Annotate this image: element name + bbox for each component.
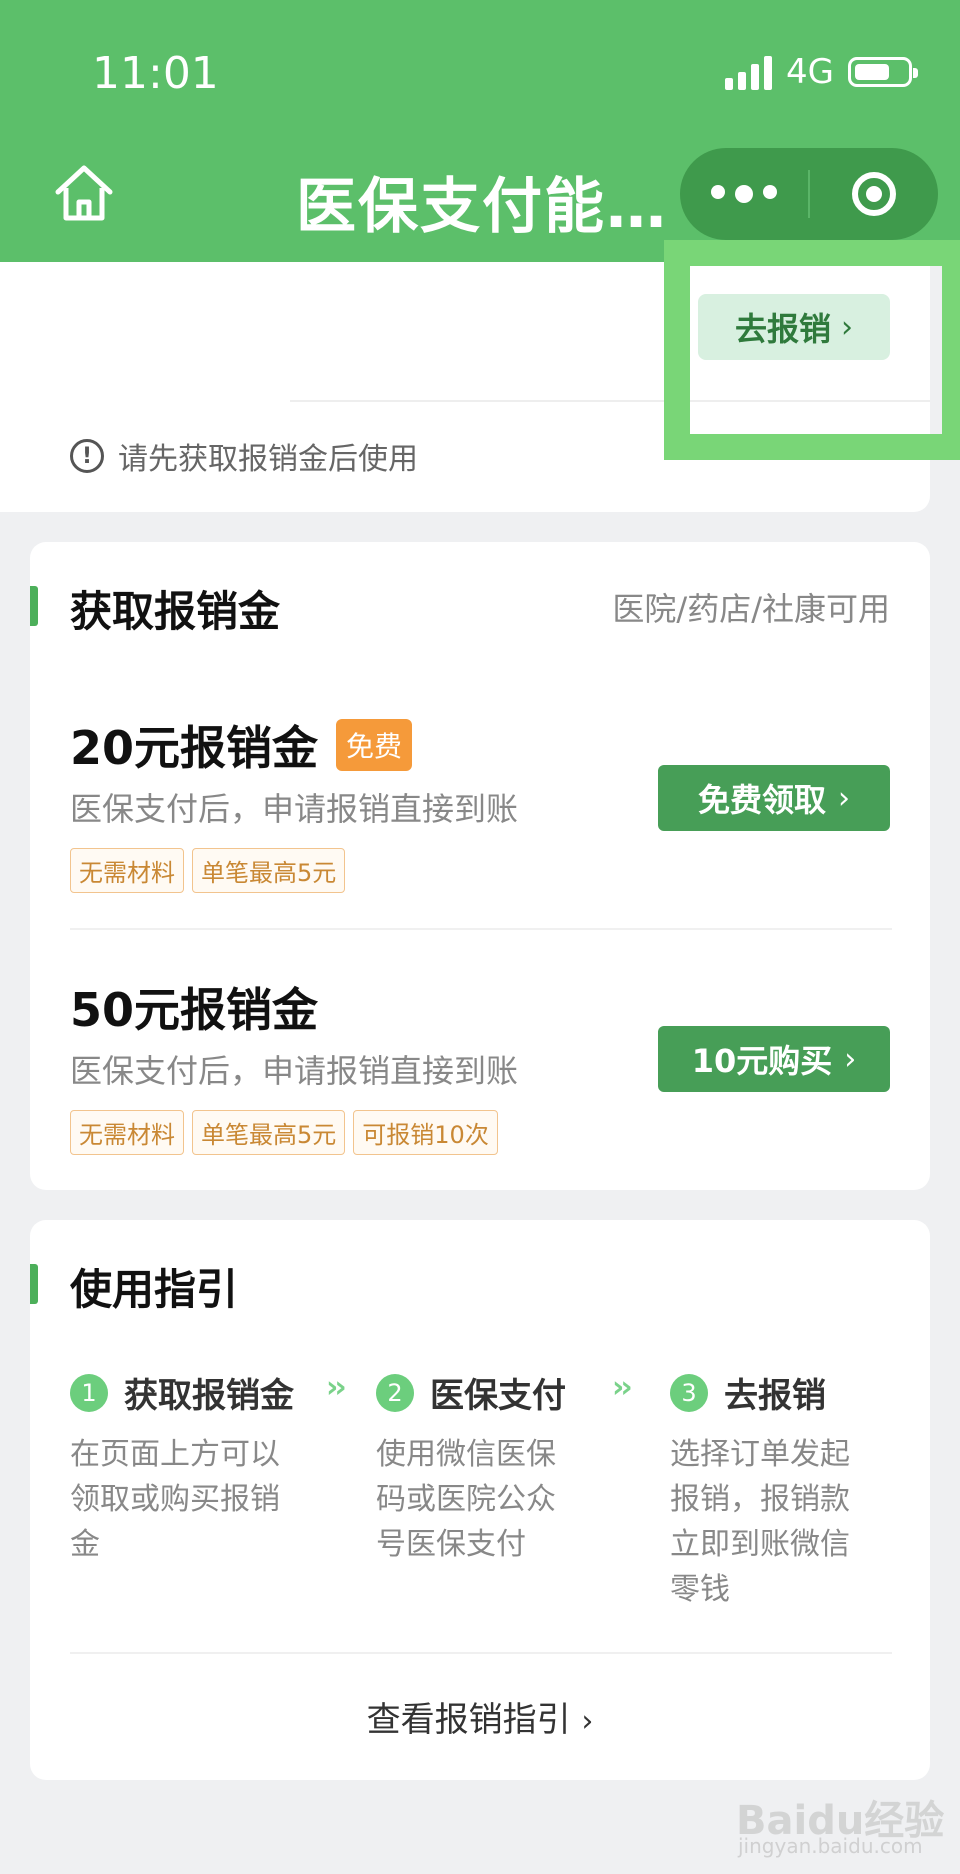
step-desc: 选择订单发起报销，报销款立即到账微信零钱 bbox=[670, 1437, 850, 1607]
section-marker bbox=[30, 586, 38, 626]
notice-text: 请先获取报销金后使用 bbox=[118, 442, 418, 477]
item-tags: 无需材料 单笔最高5元 可报销10次 bbox=[70, 1110, 498, 1155]
tag: 单笔最高5元 bbox=[192, 1110, 346, 1155]
item-tags: 无需材料 单笔最高5元 bbox=[70, 848, 346, 893]
section-title: 使用指引 bbox=[70, 1265, 239, 1314]
chevron-right-icon: › bbox=[581, 1704, 594, 1739]
free-badge: 免费 bbox=[336, 719, 413, 771]
tag: 可报销10次 bbox=[353, 1110, 498, 1155]
item-desc: 医保支付后，申请报销直接到账 bbox=[70, 1052, 519, 1090]
view-guide-label: 查看报销指引 bbox=[366, 1700, 571, 1740]
buy-button[interactable]: 10元购买 › bbox=[658, 1026, 890, 1092]
step-title: 获取报销金 bbox=[124, 1376, 294, 1416]
guide-step: 1 获取报销金 bbox=[70, 1368, 294, 1417]
step-number: 2 bbox=[376, 1373, 414, 1412]
guide-step: 2 医保支付 bbox=[376, 1368, 566, 1417]
reimburse-button[interactable]: 去报销 › bbox=[698, 294, 890, 360]
step-desc: 使用微信医保码或医院公众号医保支付 bbox=[376, 1437, 556, 1562]
view-guide-link[interactable]: 查看报销指引 › bbox=[0, 1692, 960, 1741]
page-title: 医保支付能… bbox=[296, 172, 668, 242]
info-icon: ! bbox=[70, 439, 104, 473]
step-desc: 在页面上方可以领取或购买报销金 bbox=[70, 1437, 280, 1562]
item-title: 50元报销金 bbox=[70, 974, 318, 1040]
free-claim-button[interactable]: 免费领取 › bbox=[658, 765, 890, 831]
step-number: 3 bbox=[670, 1373, 708, 1412]
chevron-right-icon: › bbox=[838, 780, 850, 816]
chevron-right-icon: › bbox=[844, 1041, 857, 1077]
guide-step: 3 去报销 bbox=[670, 1368, 826, 1417]
item-title-text: 50元报销金 bbox=[70, 983, 319, 1037]
watermark-url: jingyan.baidu.com bbox=[738, 1834, 923, 1858]
divider bbox=[70, 928, 892, 930]
divider bbox=[70, 1652, 892, 1654]
close-target-icon[interactable] bbox=[810, 172, 938, 216]
status-icons: 4G bbox=[725, 52, 918, 92]
section-side-note: 医院/药店/社康可用 bbox=[612, 590, 890, 628]
tag: 无需材料 bbox=[70, 1110, 184, 1155]
notice: ! 请先获取报销金后使用 bbox=[70, 434, 418, 478]
home-icon[interactable] bbox=[52, 162, 116, 224]
step-number: 1 bbox=[70, 1373, 108, 1412]
item-title: 20元报销金 免费 bbox=[70, 712, 413, 778]
reimburse-button-label: 去报销 bbox=[734, 310, 831, 348]
tag: 无需材料 bbox=[70, 848, 184, 893]
battery-icon bbox=[848, 57, 918, 87]
step-title: 医保支付 bbox=[430, 1376, 566, 1416]
network-label: 4G bbox=[786, 52, 834, 92]
tag: 单笔最高5元 bbox=[192, 848, 346, 893]
double-chevron-icon: ›› bbox=[612, 1370, 633, 1405]
free-claim-label: 免费领取 bbox=[697, 781, 826, 819]
mini-program-capsule bbox=[680, 148, 938, 240]
item-title-text: 20元报销金 bbox=[70, 721, 319, 775]
section-marker bbox=[30, 1264, 38, 1304]
buy-button-label: 10元购买 bbox=[691, 1042, 833, 1080]
step-title: 去报销 bbox=[724, 1376, 826, 1416]
more-dots-icon[interactable] bbox=[680, 185, 808, 203]
item-desc: 医保支付后，申请报销直接到账 bbox=[70, 790, 519, 828]
double-chevron-icon: ›› bbox=[326, 1370, 347, 1405]
status-time: 11:01 bbox=[92, 48, 219, 99]
section-title: 获取报销金 bbox=[70, 587, 281, 636]
chevron-right-icon: › bbox=[841, 309, 853, 345]
signal-icon bbox=[725, 54, 773, 90]
